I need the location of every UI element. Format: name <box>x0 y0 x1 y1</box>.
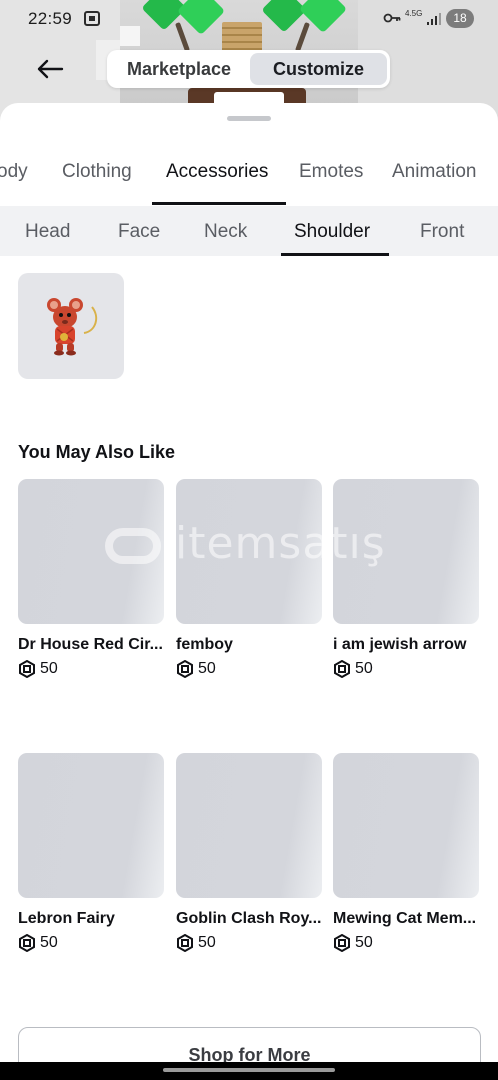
recommendation-card[interactable]: Lebron Fairy 50 <box>18 753 164 952</box>
tab-body[interactable]: ody <box>0 161 28 183</box>
item-thumbnail <box>176 753 322 898</box>
sheet-drag-handle[interactable] <box>227 116 271 121</box>
tab-marketplace[interactable]: Marketplace <box>110 53 248 85</box>
tab-customize[interactable]: Customize <box>250 53 387 85</box>
system-navigation-bar <box>0 1062 498 1080</box>
tab-animation[interactable]: Animation <box>392 161 477 183</box>
tab-clothing[interactable]: Clothing <box>62 161 132 183</box>
item-price: 50 <box>176 934 322 952</box>
item-name: Goblin Clash Roy... <box>176 910 322 927</box>
robux-icon <box>19 934 35 952</box>
recommendation-card[interactable]: Dr House Red Cir... 50 <box>18 479 164 678</box>
you-may-also-like-title: You May Also Like <box>18 442 176 462</box>
recommendation-card[interactable]: femboy 50 <box>176 479 322 678</box>
battery-indicator: 18 <box>446 9 474 28</box>
back-button[interactable] <box>30 52 70 86</box>
status-bar: 22:59 4.5G 18 <box>0 0 498 38</box>
recommendation-card[interactable]: Goblin Clash Roy... 50 <box>176 753 322 952</box>
item-price: 50 <box>18 934 164 952</box>
recommendation-card[interactable]: i am jewish arrow 50 <box>333 479 479 678</box>
tab-head[interactable]: Head <box>25 221 70 243</box>
item-thumbnail <box>333 753 479 898</box>
item-name: Lebron Fairy <box>18 910 115 927</box>
item-thumbnail <box>18 753 164 898</box>
red-mouse-accessory-icon <box>47 298 98 356</box>
status-time: 22:59 <box>28 9 73 28</box>
item-price: 50 <box>333 934 479 952</box>
tab-neck[interactable]: Neck <box>204 221 247 243</box>
price-value: 50 <box>40 934 58 951</box>
price-value: 50 <box>198 660 216 677</box>
item-name: femboy <box>176 636 233 653</box>
tab-accessories[interactable]: Accessories <box>166 161 268 183</box>
item-name: i am jewish arrow <box>333 636 467 653</box>
marketplace-customize-switch: Marketplace Customize <box>107 50 390 88</box>
signal-strength-icon <box>427 13 441 25</box>
price-value: 50 <box>355 934 373 951</box>
item-price: 50 <box>333 660 479 678</box>
recommendation-card[interactable]: Mewing Cat Mem... 50 <box>333 753 479 952</box>
price-value: 50 <box>355 660 373 677</box>
robux-icon <box>177 660 193 678</box>
tab-face[interactable]: Face <box>118 221 160 243</box>
tab-emotes[interactable]: Emotes <box>299 161 363 183</box>
customize-sheet: ody Clothing Accessories Emotes Animatio… <box>0 103 498 1080</box>
robux-icon <box>19 660 35 678</box>
screen-record-icon <box>84 11 100 26</box>
price-value: 50 <box>40 660 58 677</box>
item-thumbnail <box>176 479 322 624</box>
active-tab-indicator <box>152 202 286 205</box>
home-indicator[interactable] <box>163 1068 335 1072</box>
equipped-item-mouse[interactable] <box>18 273 124 379</box>
subcategory-tabs: Head Face Neck Shoulder Front <box>0 206 498 256</box>
item-price: 50 <box>176 660 322 678</box>
robux-icon <box>334 660 350 678</box>
robux-icon <box>334 934 350 952</box>
network-type-label: 4.5G <box>405 9 423 18</box>
item-thumbnail <box>333 479 479 624</box>
item-thumbnail <box>18 479 164 624</box>
robux-icon <box>177 934 193 952</box>
arrow-left-icon <box>37 59 64 79</box>
price-value: 50 <box>198 934 216 951</box>
tab-shoulder[interactable]: Shoulder <box>294 221 370 243</box>
item-price: 50 <box>18 660 164 678</box>
item-name: Mewing Cat Mem... <box>333 910 477 927</box>
tab-front[interactable]: Front <box>420 221 464 243</box>
active-subtab-indicator <box>281 253 389 256</box>
item-name: Dr House Red Cir... <box>18 636 163 653</box>
category-tabs: ody Clothing Accessories Emotes Animatio… <box>0 149 498 205</box>
vpn-key-icon <box>383 12 401 27</box>
